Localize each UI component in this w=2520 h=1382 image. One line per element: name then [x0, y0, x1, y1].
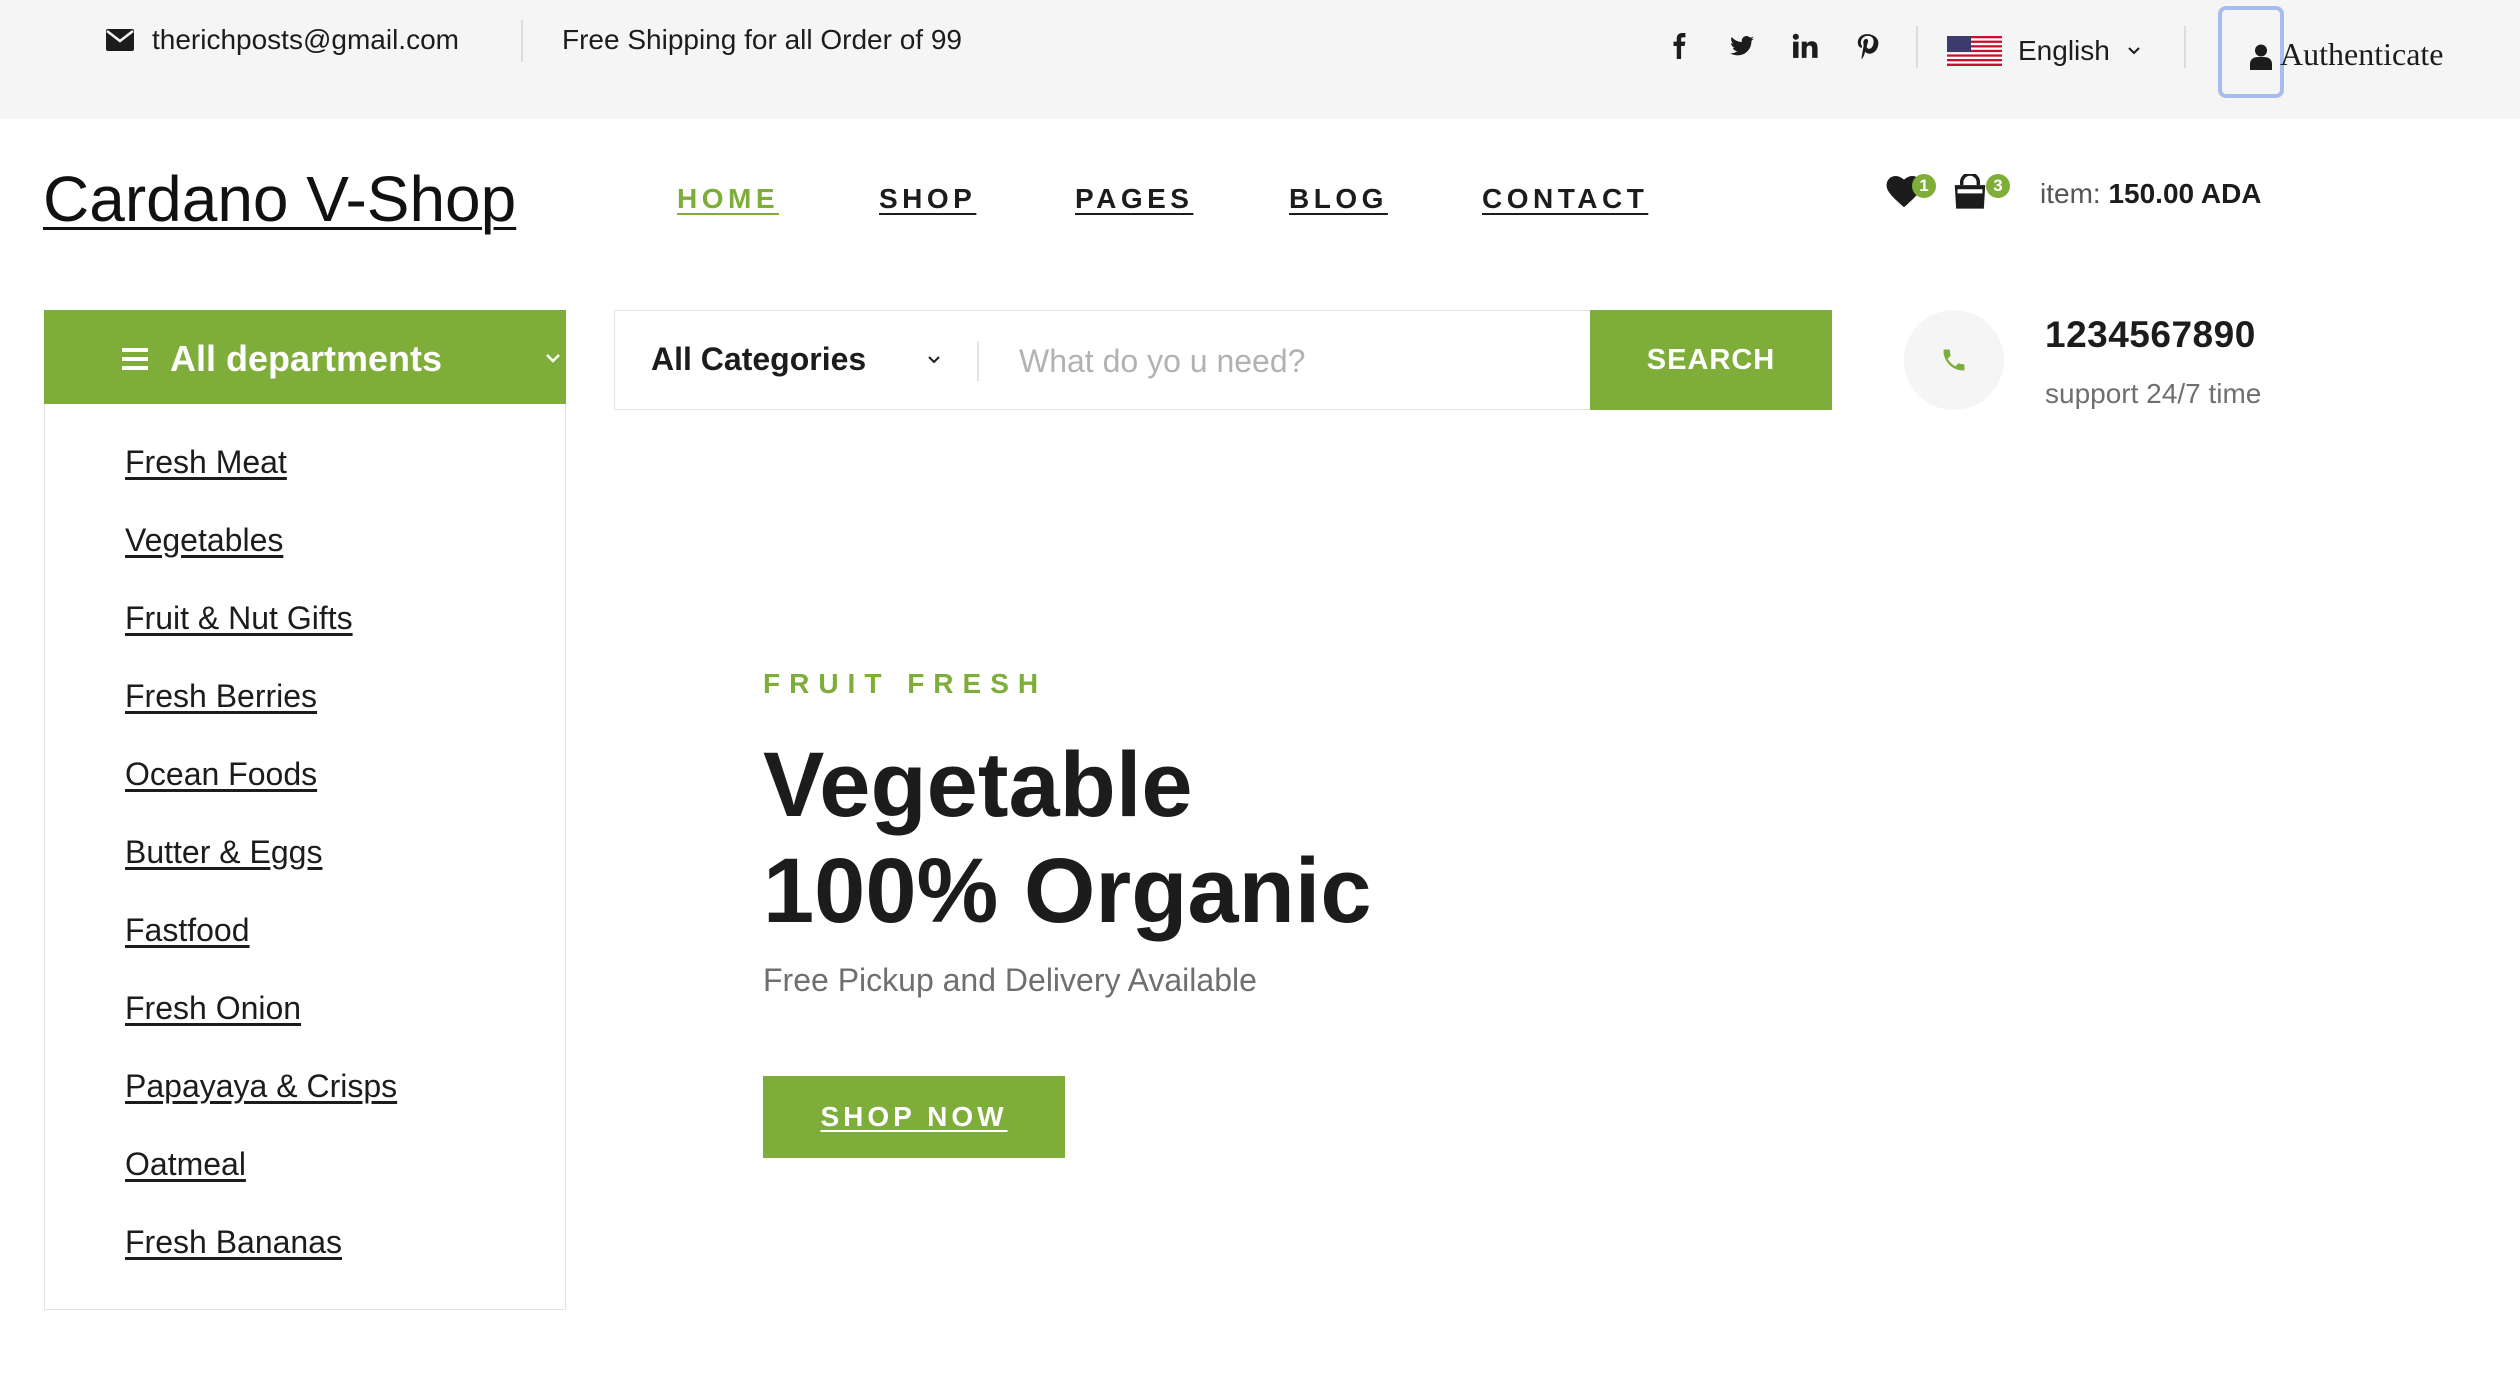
- nav-pages[interactable]: PAGES: [1075, 183, 1193, 215]
- phone-icon: [1943, 349, 1965, 371]
- topbar-divider: [2184, 26, 2186, 68]
- department-link[interactable]: Vegetables: [125, 522, 283, 559]
- pinterest-icon[interactable]: [1852, 31, 1882, 61]
- all-departments-title: All departments: [170, 338, 443, 379]
- chevron-down-icon: [2128, 47, 2140, 55]
- language-label: English: [2018, 35, 2110, 66]
- department-link[interactable]: Fresh Meat: [125, 444, 287, 481]
- all-departments-toggle[interactable]: All departments: [44, 310, 566, 404]
- cart-button[interactable]: 3: [1952, 170, 2014, 210]
- shop-now-button[interactable]: SHOP NOW: [763, 1076, 1065, 1158]
- cart-total-value: 150.00 ADA: [2108, 178, 2262, 209]
- nav-contact[interactable]: CONTACT: [1482, 183, 1648, 215]
- hero-title-line: Vegetable: [763, 734, 1193, 836]
- nav-shop[interactable]: SHOP: [879, 183, 976, 215]
- envelope-icon: [106, 29, 134, 51]
- topbar-divider: [1916, 26, 1918, 68]
- nav-home[interactable]: HOME: [677, 183, 779, 215]
- user-icon: [2250, 44, 2272, 70]
- search-divider: [977, 341, 979, 381]
- hero-kicker: FRUIT FRESH: [763, 668, 1048, 699]
- top-bar: therichposts@gmail.com Free Shipping for…: [0, 0, 2520, 119]
- facebook-icon[interactable]: [1665, 31, 1695, 61]
- department-link[interactable]: Fresh Bananas: [125, 1224, 342, 1261]
- department-link[interactable]: Fresh Onion: [125, 990, 301, 1027]
- language-selector[interactable]: English: [1947, 30, 2142, 72]
- shipping-notice: Free Shipping for all Order of 99: [562, 22, 962, 58]
- department-link[interactable]: Papayaya & Crisps: [125, 1068, 397, 1105]
- shipping-text: Free Shipping for all Order of 99: [562, 24, 962, 55]
- department-link[interactable]: Fresh Berries: [125, 678, 317, 715]
- search-button[interactable]: SEARCH: [1590, 310, 1832, 410]
- chevron-down-icon: [928, 356, 940, 364]
- hero-title-line: 100% Organic: [763, 840, 1372, 942]
- hero-title: Vegetable 100% Organic: [763, 732, 1372, 944]
- chevron-down-icon: [546, 354, 560, 363]
- search-input[interactable]: [1019, 331, 1579, 391]
- department-link[interactable]: Butter & Eggs: [125, 834, 322, 871]
- cart-total-label: item:: [2040, 178, 2101, 209]
- phone-icon-circle: [1904, 310, 2004, 410]
- wishlist-button[interactable]: 1: [1886, 170, 1938, 210]
- email-text: therichposts@gmail.com: [152, 24, 459, 55]
- authenticate-button[interactable]: [2218, 6, 2284, 98]
- hero-subtitle: Free Pickup and Delivery Available: [763, 962, 1257, 998]
- shopping-bag-icon: [1954, 174, 1986, 209]
- email-contact[interactable]: therichposts@gmail.com: [106, 22, 459, 58]
- department-link[interactable]: Fastfood: [125, 912, 250, 949]
- cart-count-badge: 3: [1986, 174, 2010, 198]
- departments-list: Fresh Meat Vegetables Fruit & Nut Gifts …: [44, 404, 566, 1310]
- cart-total: item: 150.00 ADA: [2040, 178, 2262, 210]
- authenticate-label[interactable]: Authenticate: [2280, 36, 2443, 73]
- department-link[interactable]: Ocean Foods: [125, 756, 317, 793]
- phone-number: 1234567890: [2045, 314, 2256, 355]
- support-text: support 24/7 time: [2045, 378, 2262, 409]
- department-link[interactable]: Fruit & Nut Gifts: [125, 600, 353, 637]
- topbar-divider: [521, 20, 523, 62]
- department-link[interactable]: Oatmeal: [125, 1146, 246, 1183]
- us-flag-icon: [1947, 36, 2002, 66]
- twitter-icon[interactable]: [1727, 31, 1757, 61]
- category-select[interactable]: All Categories: [651, 341, 866, 378]
- wishlist-count-badge: 1: [1912, 174, 1936, 198]
- site-logo[interactable]: Cardano V-Shop: [43, 162, 516, 236]
- nav-blog[interactable]: BLOG: [1289, 183, 1388, 215]
- menu-icon: [122, 348, 148, 370]
- linkedin-icon[interactable]: [1790, 31, 1820, 61]
